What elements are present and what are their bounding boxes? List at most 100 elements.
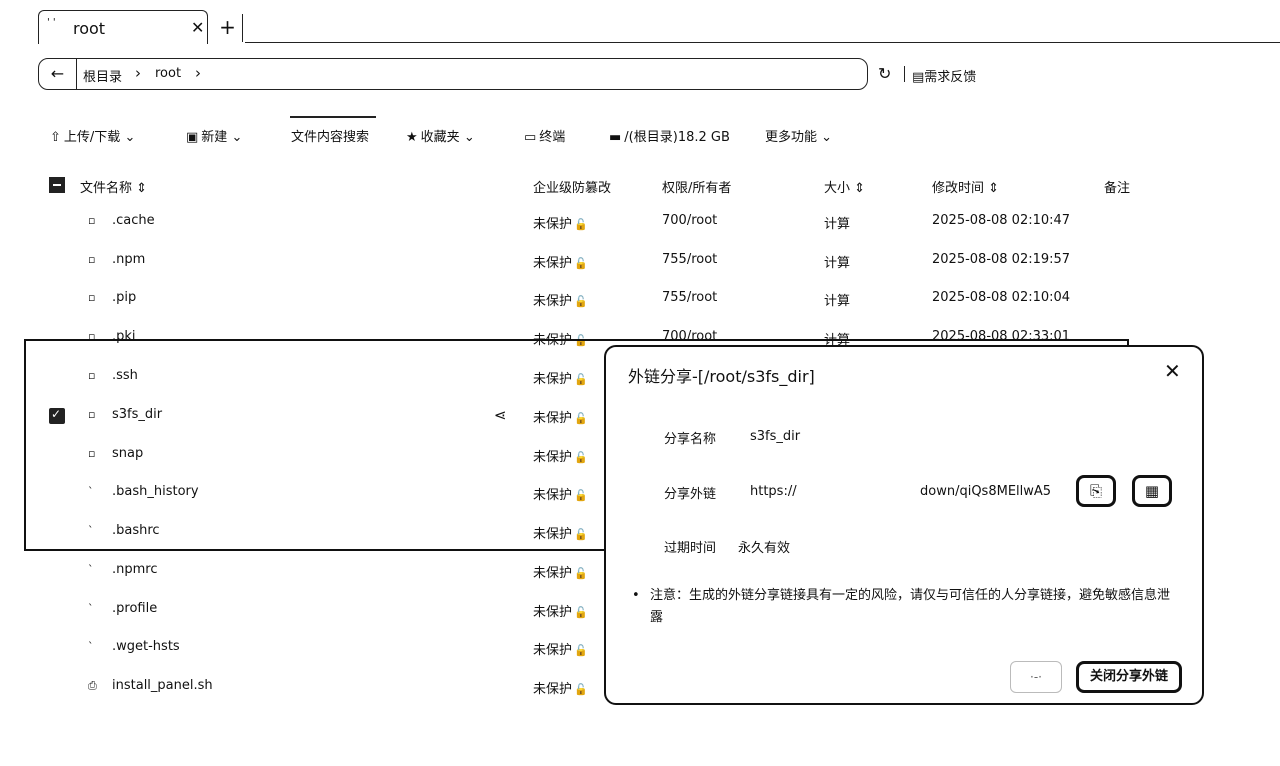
column-mtime-label: 修改时间 — [932, 181, 985, 196]
content-search-button[interactable]: 文件内容搜索 — [291, 126, 369, 145]
more-label: 更多功能 — [765, 130, 818, 145]
size-calc[interactable]: 计算 — [824, 252, 850, 271]
upload-icon: ⇧ — [50, 130, 61, 145]
table-row[interactable]: ▫ .pip 未保护 🔓 755/root 计算 2025-08-08 02:10:04 — [0, 281, 1280, 319]
copy-link-button[interactable]: ⎘ — [1076, 475, 1116, 507]
upload-label: 上传/下载 — [63, 130, 121, 145]
bullet-icon: • — [632, 588, 640, 603]
tab-icon: ' ' — [47, 17, 56, 28]
breadcrumb-separator-icon: › — [135, 64, 141, 82]
terminal-button[interactable]: ▭ 终端 — [524, 126, 565, 145]
column-header-name[interactable]: 文件名称 ⇕ — [80, 177, 147, 196]
close-share-link-button[interactable]: 关闭分享外链 — [1076, 661, 1182, 693]
protect-status[interactable]: 未保护 🔓 — [533, 290, 588, 309]
refresh-icon[interactable]: ↻ — [878, 64, 891, 83]
protect-status-label: 未保护 — [533, 566, 573, 581]
file-name[interactable]: install_panel.sh — [112, 678, 213, 693]
sort-icon[interactable]: ⇕ — [854, 181, 865, 196]
unlock-icon: 🔓 — [574, 606, 588, 619]
column-header-protect: 企业级防篡改 — [533, 181, 612, 196]
file-icon: ` — [88, 602, 94, 615]
active-tab-indicator — [290, 116, 376, 118]
column-header-remark: 备注 — [1104, 181, 1131, 196]
permission-owner[interactable]: 700/root — [662, 213, 717, 228]
unlock-icon: 🔓 — [574, 218, 588, 231]
protect-status[interactable]: 未保护 🔓 — [533, 252, 588, 271]
upload-download-button[interactable]: ⇧ 上传/下载 ⌄ — [50, 126, 135, 145]
file-icon: ▫ — [88, 291, 96, 304]
file-icon: ⎙ — [88, 679, 97, 692]
permission-owner[interactable]: 755/root — [662, 290, 717, 305]
breadcrumb-root[interactable]: root — [155, 66, 181, 81]
close-icon[interactable]: ✕ — [1164, 359, 1181, 383]
size-calc[interactable]: 计算 — [824, 290, 850, 309]
protect-status[interactable]: 未保护 🔓 — [533, 678, 588, 697]
file-icon: ` — [88, 563, 94, 576]
column-header-mtime[interactable]: 修改时间 ⇕ — [932, 177, 999, 196]
breadcrumb[interactable]: ← 根目录 › root › — [38, 58, 868, 90]
share-link-suffix[interactable]: down/qiQs8MEllwA5 — [920, 484, 1051, 499]
terminal-icon: ▭ — [524, 130, 537, 145]
size-calc[interactable]: 计算 — [824, 213, 850, 232]
divider — [904, 66, 905, 82]
file-name[interactable]: .wget-hsts — [112, 639, 180, 654]
feedback-link[interactable]: ▤需求反馈 — [912, 66, 976, 85]
sort-icon[interactable]: ⇕ — [988, 181, 999, 196]
feedback-label: 需求反馈 — [924, 70, 977, 85]
protect-status-label: 未保护 — [533, 643, 573, 658]
file-name[interactable]: .pip — [112, 290, 136, 305]
expire-value: 永久有效 — [738, 541, 791, 556]
disk-button[interactable]: ▬/(根目录)18.2 GB — [609, 126, 730, 145]
new-button[interactable]: ▣ 新建 ⌄ — [186, 126, 242, 145]
column-header-perm: 权限/所有者 — [662, 181, 732, 196]
new-file-icon: ▣ — [186, 130, 199, 145]
modified-time: 2025-08-08 02:10:04 — [932, 290, 1071, 305]
copy-icon: ⎘ — [1089, 482, 1102, 500]
permission-owner[interactable]: 755/root — [662, 252, 717, 267]
protect-status-label: 未保护 — [533, 682, 573, 697]
qr-code-icon: ▦ — [1144, 482, 1160, 500]
file-name[interactable]: .npmrc — [112, 562, 158, 577]
modified-time: 2025-08-08 02:10:47 — [932, 213, 1071, 228]
column-header-size[interactable]: 大小 ⇕ — [824, 177, 865, 196]
disk-icon: ▬ — [609, 130, 622, 145]
back-arrow-icon[interactable]: ← — [39, 59, 77, 89]
warning-note: • 注意：生成的外链分享链接具有一定的风险，请仅与可信任的人分享链接，避免敏感信… — [632, 585, 1178, 629]
file-name[interactable]: .npm — [112, 252, 145, 267]
tab-bar: ' ' root ✕ + — [0, 0, 1280, 44]
table-row[interactable]: ▫ .cache 未保护 🔓 700/root 计算 2025-08-08 02:10:47 — [0, 204, 1280, 242]
protect-status-label: 未保护 — [533, 605, 573, 620]
breadcrumb-separator-icon: › — [195, 64, 201, 82]
new-tab-button[interactable]: + — [213, 14, 243, 42]
breadcrumb-root-dir[interactable]: 根目录 — [83, 66, 122, 85]
share-link-label: 分享外链 — [664, 487, 717, 502]
protect-status-label: 未保护 — [533, 294, 573, 309]
select-all-checkbox[interactable] — [49, 177, 65, 193]
file-name[interactable]: .profile — [112, 601, 157, 616]
favorites-button[interactable]: ★ 收藏夹 ⌄ — [406, 126, 475, 145]
tab-close-icon[interactable]: ✕ — [191, 18, 204, 37]
terminal-label: 终端 — [539, 130, 566, 145]
table-row[interactable]: ▫ .npm 未保护 🔓 755/root 计算 2025-08-08 02:19:57 — [0, 243, 1280, 281]
dialog-title: 外链分享-[/root/s3fs_dir] — [628, 367, 815, 386]
protect-status[interactable]: 未保护 🔓 — [533, 601, 588, 620]
unlock-icon: 🔓 — [574, 683, 588, 696]
more-functions-button[interactable]: 更多功能 ⌄ — [765, 126, 832, 145]
file-name[interactable]: .cache — [112, 213, 155, 228]
share-name-value: s3fs_dir — [750, 429, 801, 444]
tab-root[interactable]: ' ' root ✕ — [38, 10, 208, 44]
star-icon: ★ — [406, 130, 418, 145]
file-icon: ▫ — [88, 214, 96, 227]
sort-icon[interactable]: ⇕ — [136, 181, 147, 196]
chevron-down-icon: ⌄ — [821, 130, 833, 145]
column-name-label: 文件名称 — [80, 181, 133, 196]
protect-status[interactable]: 未保护 🔓 — [533, 639, 588, 658]
new-label: 新建 — [201, 130, 228, 145]
secondary-button[interactable]: ·-· — [1010, 661, 1062, 693]
qr-code-button[interactable]: ▦ — [1132, 475, 1172, 507]
unlock-icon: 🔓 — [574, 257, 588, 270]
protect-status[interactable]: 未保护 🔓 — [533, 213, 588, 232]
share-link-prefix[interactable]: https:// — [750, 484, 797, 499]
chevron-down-icon: ⌄ — [231, 130, 243, 145]
protect-status[interactable]: 未保护 🔓 — [533, 562, 588, 581]
